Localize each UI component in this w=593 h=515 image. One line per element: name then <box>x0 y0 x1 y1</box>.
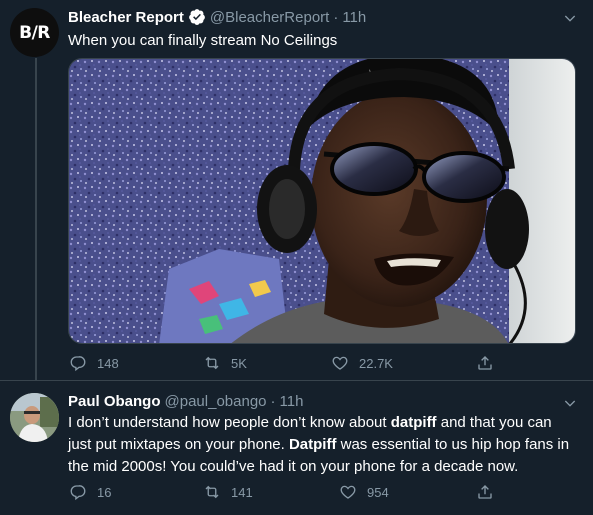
author-handle[interactable]: @paul_obango <box>165 393 267 410</box>
retweet-count: 5K <box>231 355 247 371</box>
share-button[interactable] <box>476 353 504 373</box>
tweet-text-segment: I don’t understand how people don’t know… <box>68 414 391 431</box>
tweet-header: Paul Obango @paul_obango · 11h <box>68 393 303 410</box>
highlighted-keyword: datpiff <box>390 414 437 431</box>
timestamp[interactable]: 11h <box>342 9 366 26</box>
like-button[interactable]: 22.7K <box>331 353 393 373</box>
separator-dot: · <box>333 8 339 26</box>
timeline: B/R Bleacher Report @BleacherReport · 11… <box>0 0 593 515</box>
avatar-logo-text: B/R <box>19 22 50 43</box>
media-illustration <box>69 59 575 343</box>
tweet-text: When you can finally stream No Ceilings <box>68 32 338 49</box>
tweet[interactable]: B/R Bleacher Report @BleacherReport · 11… <box>0 0 593 380</box>
author-handle[interactable]: @BleacherReport <box>210 9 329 26</box>
reply-button[interactable]: 148 <box>69 353 119 373</box>
reply-icon <box>70 485 86 501</box>
share-icon <box>478 356 492 370</box>
author-name[interactable]: Bleacher Report <box>68 9 184 26</box>
avatar-photo <box>10 393 59 442</box>
avatar[interactable] <box>10 393 59 442</box>
heart-icon <box>340 485 356 499</box>
reply-count: 16 <box>97 484 112 500</box>
timestamp[interactable]: 11h <box>280 393 304 410</box>
share-icon <box>478 485 492 499</box>
share-button[interactable] <box>476 482 504 502</box>
reply-count: 148 <box>97 355 119 371</box>
retweet-icon <box>205 485 219 499</box>
tweet-media-image[interactable] <box>68 58 576 344</box>
separator-dot: · <box>270 393 276 410</box>
like-count: 954 <box>367 484 389 500</box>
thread-connector-line <box>35 58 37 380</box>
retweet-button[interactable]: 5K <box>203 353 247 373</box>
like-count: 22.7K <box>359 355 393 371</box>
tweet-text: I don’t understand how people don’t know… <box>68 412 578 478</box>
verified-badge-icon <box>188 9 205 25</box>
retweet-icon <box>205 356 219 370</box>
reply-button[interactable]: 16 <box>69 482 111 502</box>
retweet-count: 141 <box>231 484 253 500</box>
avatar[interactable]: B/R <box>10 8 59 57</box>
highlighted-keyword: Datpiff <box>288 436 337 453</box>
like-button[interactable]: 954 <box>339 482 389 502</box>
tweet-header: Bleacher Report @BleacherReport · 11h <box>68 8 366 26</box>
chevron-down-icon[interactable] <box>562 10 578 26</box>
heart-icon <box>332 356 348 370</box>
retweet-button[interactable]: 141 <box>203 482 253 502</box>
reply-icon <box>70 356 86 372</box>
chevron-down-icon[interactable] <box>562 395 578 411</box>
author-name[interactable]: Paul Obango <box>68 393 161 410</box>
